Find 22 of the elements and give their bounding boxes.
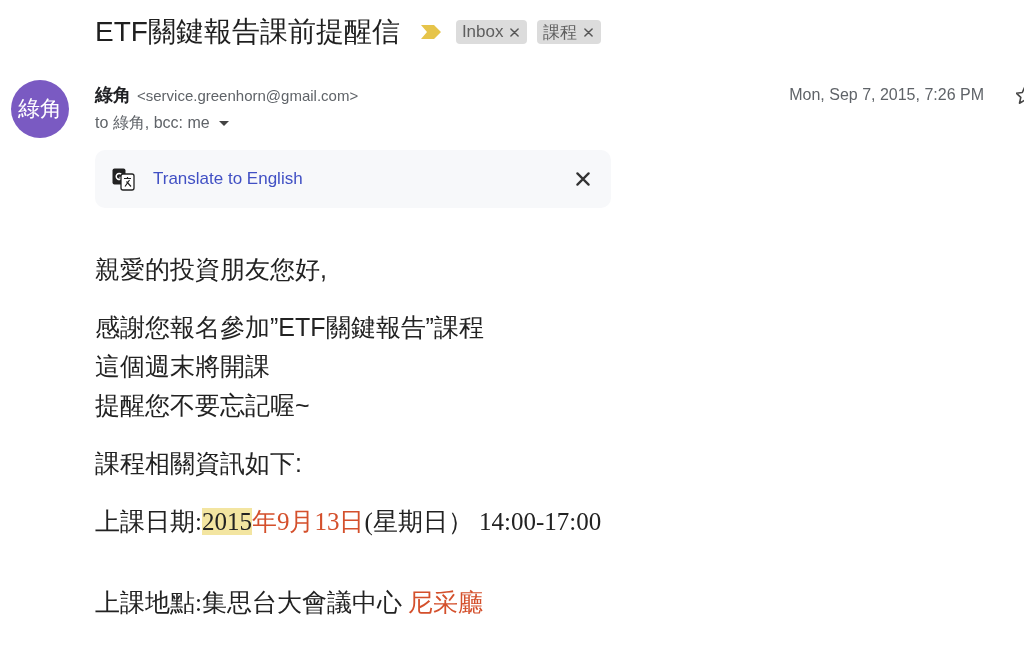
translate-icon[interactable] [112,167,135,191]
close-icon[interactable] [576,172,590,186]
avatar: 綠角 [11,80,69,138]
close-icon[interactable] [510,27,520,37]
label-chip[interactable]: 課程 [537,20,602,44]
sender-email: <service.greenhorn@gmail.com> [137,86,359,104]
email-text: 課程相關資訊如下: [95,448,302,479]
email-text: 親愛的投資朋友您好, [95,254,327,285]
message-date: Mon, Sep 7, 2015, 7:26 PM [789,86,984,104]
recipients-text: to 綠角, bcc: me [95,112,210,133]
star-icon[interactable] [1016,85,1024,105]
email-text: 感謝您報名參加”ETF關鍵報告”課程 [95,312,484,343]
caret-icon[interactable] [218,120,229,126]
email-text: 上課日期:2015年9月13日(星期日） 14:00-17:00 [95,507,602,538]
email-text: 提醒您不要忘記喔~ [95,390,310,421]
close-icon[interactable] [584,27,594,37]
email-subject: ETF關鍵報告課前提醒信 [95,15,400,49]
translate-link[interactable]: Translate to English [153,169,303,189]
sender-name: 綠角 [95,84,131,107]
email-text: 這個週末將開課 [95,351,270,382]
label-chip[interactable]: Inbox [455,20,528,44]
email-text: 上課地點:集思台大會議中心 尼采廳 [95,588,484,618]
